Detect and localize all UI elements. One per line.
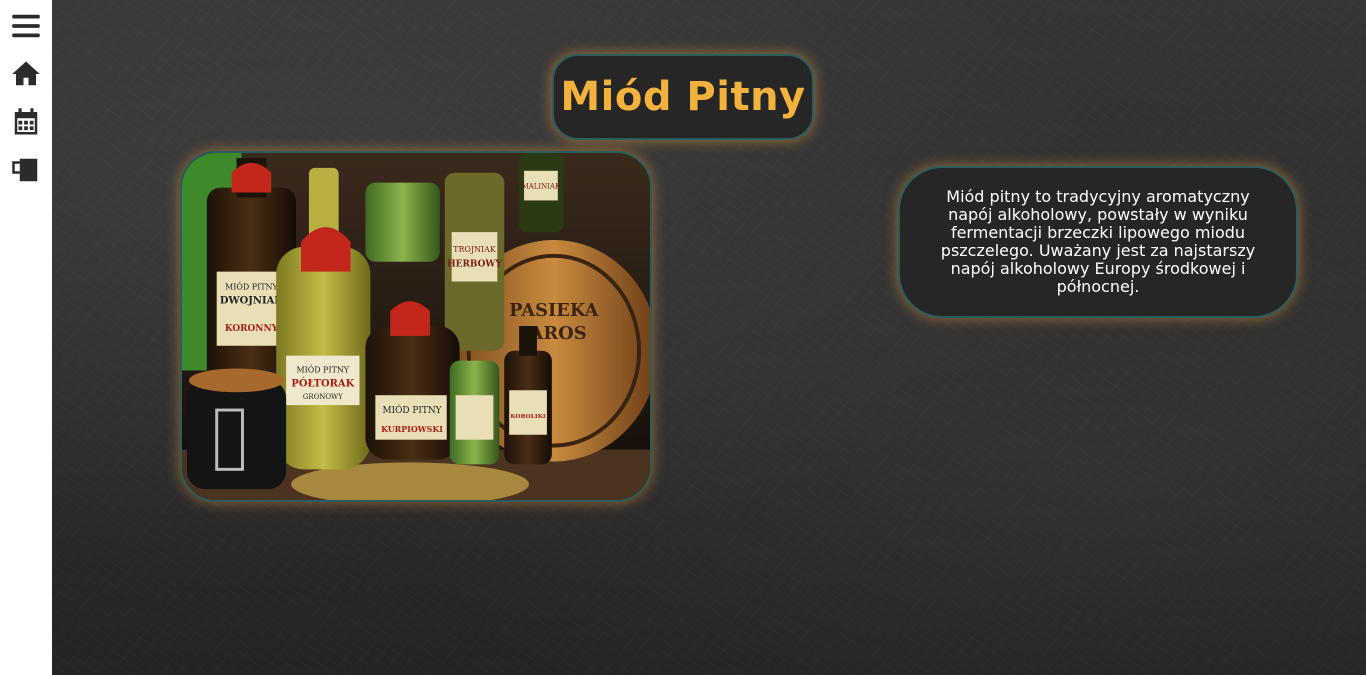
photo-label-gronowy: GRONOWY [303,393,343,401]
photo-label-kurpiowski: KURPIOWSKI [381,425,443,434]
menu-icon [12,14,40,38]
mug-icon [12,158,38,182]
menu-button[interactable] [10,10,42,42]
calendar-button[interactable] [10,106,42,138]
home-icon [12,61,40,86]
main-content: Miód Pitny PASIEKA JAROS TROJNIAK HERBOW… [52,0,1366,675]
photo-label-dwojniak: DWOJNIAK [220,295,283,306]
photo-label-poltorak: PÓŁTORAK [291,377,354,389]
home-button[interactable] [10,58,42,90]
photo-label-koronny: KORONNY [225,324,279,334]
photo-label-maliniak: MALINIAK [522,183,561,191]
sidebar [0,0,52,675]
mead-photo: PASIEKA JAROS TROJNIAK HERBOWY MALINIAK … [180,151,652,502]
mead-bottles-image: PASIEKA JAROS TROJNIAK HERBOWY MALINIAK … [182,153,650,500]
photo-label-trojniak: TROJNIAK [453,245,497,254]
calendar-icon [14,108,38,135]
title-panel: Miód Pitny [552,54,814,140]
photo-label-miod-1: MIÓD PITNY [225,282,278,291]
photo-label-miod-3: MIÓD PITNY [382,404,441,416]
page-title: Miód Pitny [560,74,806,120]
barrel-label-1: PASIEKA [509,300,600,321]
drinks-button[interactable] [10,154,42,186]
photo-label-herbowy: HERBOWY [447,260,502,270]
photo-label-koroliki: KOROLIKI [510,413,545,420]
description-text: Miód pitny to tradycyjny aromatyczny nap… [940,187,1256,296]
description-panel: Miód pitny to tradycyjny aromatyczny nap… [898,166,1298,318]
photo-label-miod-2: MIÓD PITNY [297,365,350,374]
